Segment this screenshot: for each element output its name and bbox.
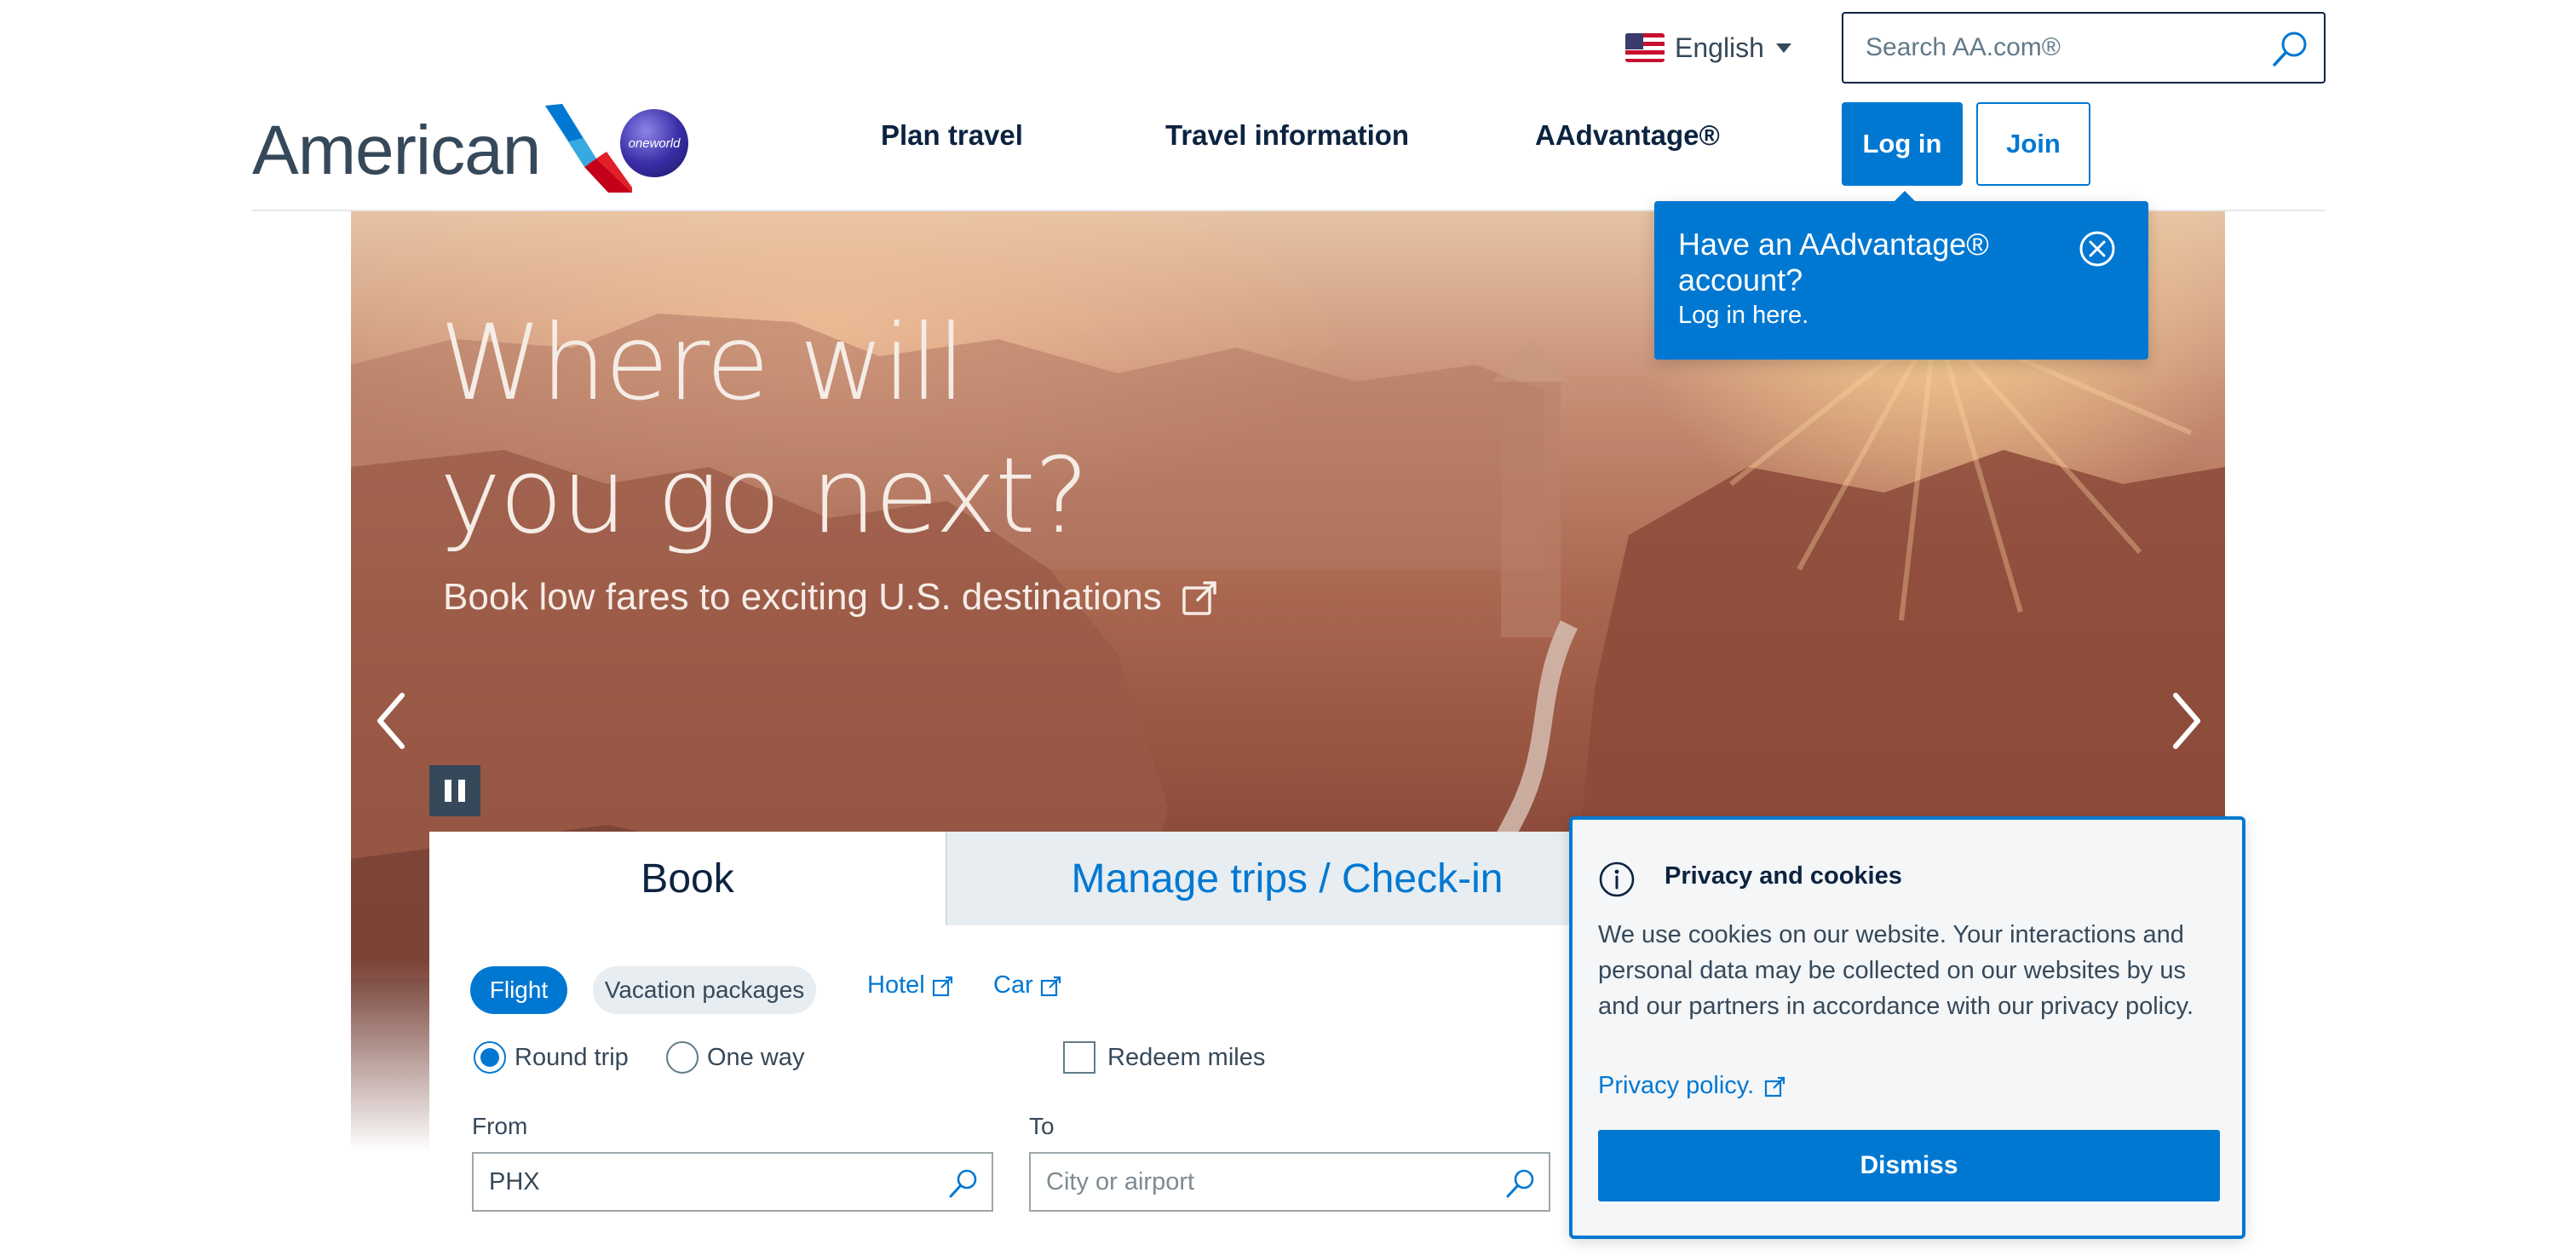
aadvantage-login-tooltip: Have an AAdvantage® account? Log in here… <box>1654 191 2148 360</box>
tab-manage-trips[interactable]: Manage trips / Check-in <box>946 832 1627 925</box>
close-icon[interactable] <box>2077 228 2118 269</box>
radio-unselected-icon <box>666 1041 699 1074</box>
hero-subtitle: Book low fares to exciting U.S. destinat… <box>443 576 1162 618</box>
hero-promo-link[interactable]: Book low fares to exciting U.S. destinat… <box>443 576 1220 619</box>
to-field <box>1029 1152 1550 1212</box>
vacation-packages-chip[interactable]: Vacation packages <box>593 966 816 1014</box>
dismiss-button[interactable]: Dismiss <box>1598 1130 2220 1201</box>
nav-travel-information[interactable]: Travel information <box>1165 119 1409 152</box>
caret-down-icon <box>1775 43 1791 53</box>
pause-icon-bar-left <box>445 780 451 802</box>
flight-symbol-icon <box>545 104 633 193</box>
oneworld-logo[interactable]: oneworld <box>620 109 688 177</box>
join-button[interactable]: Join <box>1976 102 2090 186</box>
hotel-link[interactable]: Hotel <box>867 971 954 1000</box>
tooltip-title: Have an AAdvantage® account? <box>1678 227 1989 297</box>
round-trip-radio[interactable]: Round trip <box>474 1041 629 1074</box>
search-input[interactable] <box>1843 14 2252 82</box>
external-link-icon <box>1765 1076 1785 1097</box>
language-selector[interactable]: English <box>1625 27 1791 68</box>
hero-headline-line-1: Where will <box>440 302 966 423</box>
site-search <box>1842 12 2326 84</box>
from-input[interactable] <box>474 1154 925 1210</box>
from-field <box>472 1152 993 1212</box>
nav-plan-travel[interactable]: Plan travel <box>881 119 1023 152</box>
car-link[interactable]: Car <box>993 971 1062 1000</box>
external-link-icon <box>1182 581 1216 615</box>
language-label: English <box>1675 32 1764 63</box>
us-flag-icon <box>1625 33 1665 62</box>
pause-icon-bar-right <box>458 780 465 802</box>
flight-type-chip[interactable]: Flight <box>470 966 567 1014</box>
privacy-title: Privacy and cookies <box>1665 862 1902 890</box>
airport-search-icon[interactable] <box>947 1167 980 1200</box>
privacy-cookies-dialog: Privacy and cookies We use cookies on ou… <box>1569 816 2245 1239</box>
previous-slide-arrow-icon[interactable] <box>368 678 419 763</box>
redeem-miles-checkbox[interactable]: Redeem miles <box>1063 1041 1265 1074</box>
one-way-label: One way <box>707 1043 805 1071</box>
privacy-policy-link[interactable]: Privacy policy. <box>1598 1072 1786 1100</box>
redeem-miles-label: Redeem miles <box>1107 1043 1266 1071</box>
next-slide-arrow-icon[interactable] <box>2159 678 2210 763</box>
hero-headline: Where will you go next? <box>440 297 1462 562</box>
american-airlines-logo[interactable]: American <box>252 99 633 193</box>
search-icon[interactable] <box>2268 27 2312 72</box>
one-way-radio[interactable]: One way <box>666 1041 804 1074</box>
to-input[interactable] <box>1031 1154 1482 1210</box>
info-icon <box>1599 861 1635 897</box>
checkbox-icon <box>1063 1041 1095 1074</box>
to-label: To <box>1029 1113 1055 1139</box>
from-label: From <box>472 1113 528 1139</box>
round-trip-label: Round trip <box>515 1043 629 1071</box>
external-link-icon <box>1040 976 1061 996</box>
radio-selected-icon <box>474 1041 506 1074</box>
brand-wordmark: American <box>252 112 541 189</box>
tooltip-login-link[interactable]: Log in here. <box>1678 302 1808 330</box>
car-link-label: Car <box>993 971 1033 999</box>
tab-book[interactable]: Book <box>429 832 946 925</box>
privacy-body: We use cookies on our website. Your inte… <box>1598 921 2194 1020</box>
pause-carousel-button[interactable] <box>429 765 480 816</box>
external-link-icon <box>932 976 952 996</box>
nav-aadvantage[interactable]: AAdvantage® <box>1535 119 1720 152</box>
hero-headline-line-2: you go next? <box>440 435 1090 556</box>
airport-search-icon[interactable] <box>1504 1167 1537 1200</box>
login-button[interactable]: Log in <box>1842 102 1963 186</box>
hotel-link-label: Hotel <box>867 971 925 999</box>
privacy-policy-label: Privacy policy. <box>1598 1072 1755 1099</box>
